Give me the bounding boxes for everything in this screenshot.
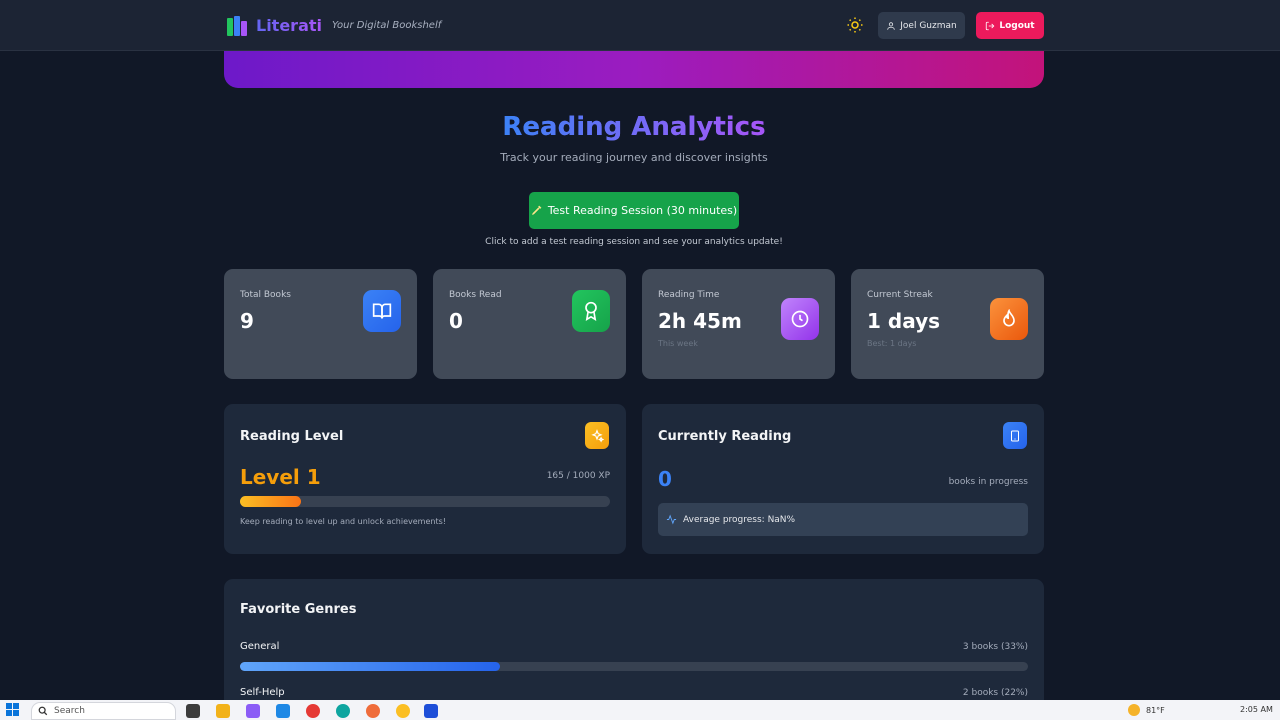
page-subtitle: Track your reading journey and discover … <box>500 151 768 164</box>
app-icon[interactable] <box>396 704 410 718</box>
tablet-icon <box>1003 422 1027 449</box>
stat-card-reading-time: Reading Time 2h 45m This week <box>642 269 835 379</box>
stat-note: This week <box>658 339 698 348</box>
award-icon <box>572 290 610 332</box>
search-placeholder: Search <box>54 706 85 716</box>
stat-note: Best: 1 days <box>867 339 917 348</box>
user-icon <box>887 21 896 30</box>
brave-icon[interactable] <box>366 704 380 718</box>
stat-card-current-streak: Current Streak 1 days Best: 1 days <box>851 269 1044 379</box>
reading-level-title: Reading Level <box>240 429 344 444</box>
chrome-icon[interactable] <box>306 704 320 718</box>
file-explorer-icon[interactable] <box>216 704 230 718</box>
windows-taskbar: Search 81°F 2:05 AM <box>0 700 1280 720</box>
sparkles-icon <box>585 422 609 449</box>
average-progress-box: Average progress: NaN% <box>658 503 1028 536</box>
genre-count-self-help: 2 books (22%) <box>962 688 1028 698</box>
windows-start-icon[interactable] <box>6 703 20 717</box>
top-navigation-bar: Literati Your Digital Bookshelf Joel Guz… <box>0 0 1280 51</box>
temperature: 81°F <box>1146 705 1165 715</box>
book-open-icon <box>363 290 401 332</box>
stat-value: 9 <box>240 309 254 333</box>
hero-banner <box>224 51 1044 88</box>
average-progress-text: Average progress: NaN% <box>683 514 796 525</box>
favorite-genres-title: Favorite Genres <box>240 602 357 617</box>
xp-progress-bar <box>240 496 610 507</box>
weather-widget[interactable]: 81°F <box>1128 704 1165 716</box>
vscode-icon[interactable] <box>276 704 290 718</box>
brand[interactable]: Literati Your Digital Bookshelf <box>226 14 441 36</box>
genre-bar-fill-general <box>240 662 501 671</box>
pencil-icon <box>531 205 542 215</box>
logout-button[interactable]: Logout <box>976 12 1044 39</box>
stat-card-total-books: Total Books 9 <box>224 269 417 379</box>
xp-progress-fill <box>240 496 302 507</box>
page-title: Reading Analytics <box>0 112 1268 142</box>
stat-value: 2h 45m <box>658 309 742 333</box>
level-name: Level 1 <box>240 465 321 489</box>
brand-name: Literati <box>256 15 322 35</box>
xp-count: 165 / 1000 XP <box>546 471 610 481</box>
store-icon[interactable] <box>424 704 438 718</box>
logout-icon <box>986 21 995 30</box>
level-hint: Keep reading to level up and unlock achi… <box>240 517 446 526</box>
genre-label-self-help: Self-Help <box>240 687 285 698</box>
test-button-label: Test Reading Session (30 minutes) <box>547 204 738 217</box>
stat-card-books-read: Books Read 0 <box>433 269 626 379</box>
user-profile-button[interactable]: Joel Guzman <box>878 12 965 39</box>
currently-reading-card: Currently Reading 0 books in progress Av… <box>642 404 1044 554</box>
user-name: Joel Guzman <box>900 20 957 31</box>
clock-icon <box>781 298 819 340</box>
sun-icon[interactable] <box>846 16 864 34</box>
activity-icon <box>666 514 677 525</box>
test-reading-session-button[interactable]: Test Reading Session (30 minutes) <box>529 192 739 229</box>
logout-label: Logout <box>999 20 1035 31</box>
edge-icon[interactable] <box>336 704 350 718</box>
test-hint: Click to add a test reading session and … <box>485 237 783 247</box>
reading-level-card: Reading Level Level 1 165 / 1000 XP Keep… <box>224 404 626 554</box>
currently-reading-label: books in progress <box>948 477 1028 487</box>
currently-reading-title: Currently Reading <box>658 429 792 444</box>
genre-label-general: General <box>240 641 280 652</box>
taskbar-search[interactable]: Search <box>31 702 176 720</box>
stat-value: 1 days <box>867 309 941 333</box>
genre-bar-general <box>240 662 1028 671</box>
stat-value: 0 <box>449 309 463 333</box>
flame-icon <box>990 298 1028 340</box>
task-view-icon[interactable] <box>186 704 200 718</box>
search-icon <box>38 706 48 716</box>
stat-label: Total Books <box>240 290 291 300</box>
brand-tagline: Your Digital Bookshelf <box>332 19 442 31</box>
currently-reading-count: 0 <box>658 467 672 491</box>
favorite-genres-card: Favorite Genres General 3 books (33%) Se… <box>224 579 1044 719</box>
copilot-icon[interactable] <box>246 704 260 718</box>
books-logo-icon <box>226 14 248 36</box>
stat-label: Current Streak <box>867 290 933 300</box>
stat-label: Reading Time <box>658 290 720 300</box>
moon-icon <box>1128 704 1140 716</box>
clock[interactable]: 2:05 AM <box>1240 705 1273 714</box>
stat-label: Books Read <box>449 290 502 300</box>
genre-count-general: 3 books (33%) <box>962 642 1028 652</box>
